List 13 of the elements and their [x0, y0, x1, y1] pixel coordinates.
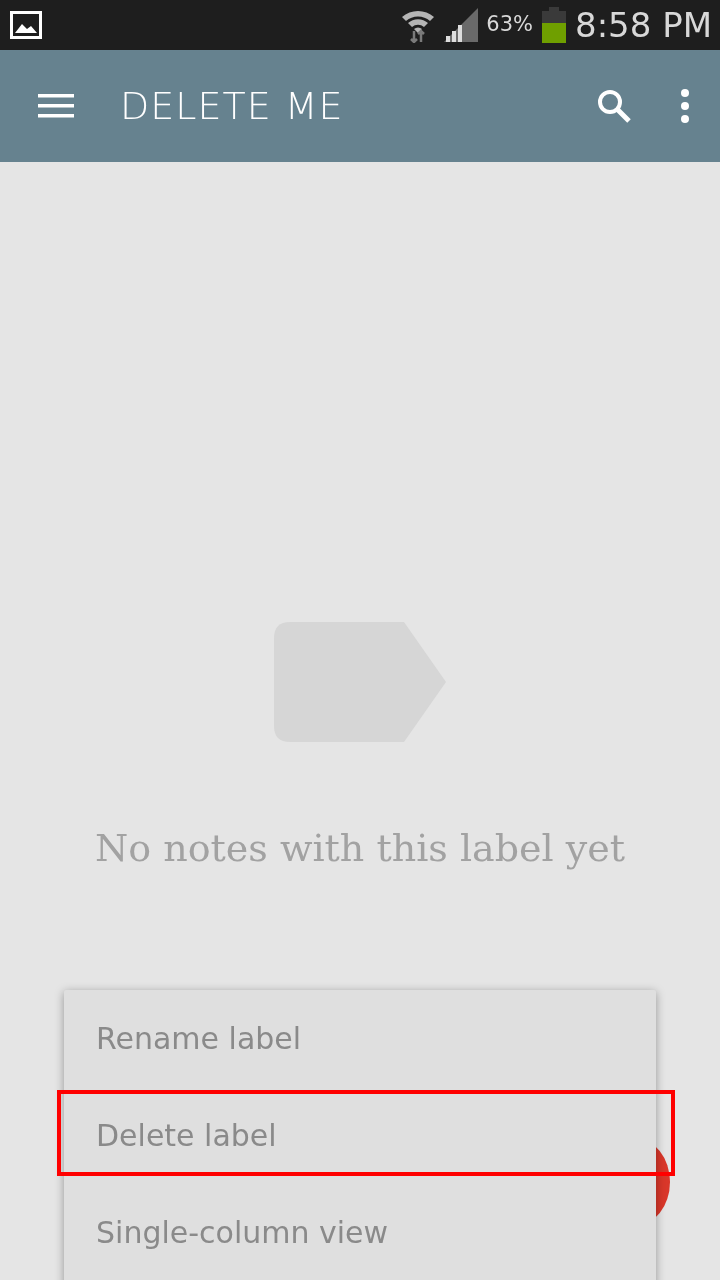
more-options-button[interactable]: [680, 89, 690, 123]
empty-state-message: No notes with this label yet: [95, 825, 625, 872]
menu-button[interactable]: [38, 93, 74, 119]
battery-icon: [541, 7, 567, 43]
menu-item[interactable]: Single-column view: [64, 1184, 656, 1280]
clock: 8:58 PM: [575, 3, 712, 47]
battery-percentage: 63%: [486, 11, 533, 39]
search-button[interactable]: [596, 88, 632, 124]
signal-icon: [444, 8, 479, 42]
menu-item[interactable]: Delete label: [64, 1087, 656, 1184]
menu-item[interactable]: Rename label: [64, 990, 656, 1087]
toolbar-title: DELETE ME: [120, 82, 344, 130]
picture-notification-icon: [10, 11, 42, 39]
